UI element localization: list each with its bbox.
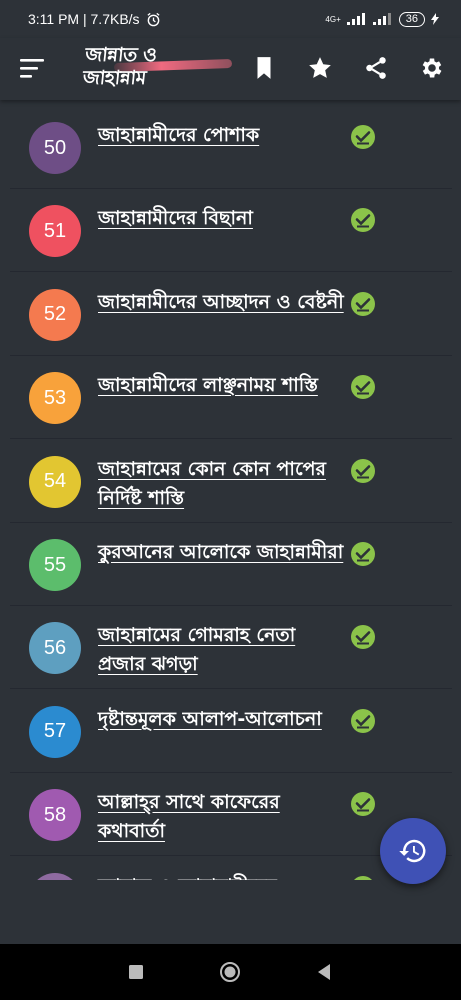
check-circle-icon (351, 291, 375, 316)
check-circle-icon (351, 708, 375, 733)
share-icon[interactable] (363, 55, 389, 81)
check-circle-icon (351, 375, 375, 400)
history-button[interactable] (380, 818, 446, 884)
app-toolbar: জান্নাত ও জাহান্নাম (0, 38, 461, 100)
chapter-row[interactable]: 52 জাহান্নামীদের আচ্ছাদন ও বেষ্টনী (10, 272, 452, 356)
chapter-title-link[interactable]: জাহান্নামীদের পোশাক (98, 121, 348, 150)
chapter-row[interactable]: 51 জাহান্নামীদের বিছানা (10, 188, 452, 273)
chapter-number-badge: 55 (29, 539, 81, 591)
chapter-title-link[interactable]: জান্নাত ও জাহান্নামীদের (98, 872, 348, 880)
chapter-title-link[interactable]: জাহান্নামীদের লাঞ্ছনাময় শাস্তি (98, 371, 348, 400)
signal-icon-2 (372, 13, 391, 25)
chapter-list: 50 জাহান্নামীদের পোশাক 51 জাহান্নামীদের বিছ… (0, 100, 461, 880)
history-icon (399, 839, 426, 863)
check-circle-icon (351, 458, 375, 483)
chapter-number-badge: 58 (29, 789, 81, 842)
menu-icon[interactable] (18, 54, 46, 82)
chapter-title-link[interactable]: কুরআনের আলোকে জাহান্নামীরা (98, 538, 348, 567)
check-circle-icon (351, 542, 375, 566)
status-bar: 3:11 PM | 7.7KB/s 4G+ 36 (0, 0, 461, 38)
chapter-number-badge: 51 (29, 205, 81, 258)
check-circle-icon (351, 125, 375, 149)
bookmark-icon[interactable] (251, 55, 277, 81)
logo-line1: জান্নাত ও (84, 44, 158, 66)
chapter-number-badge: 59 (29, 872, 81, 880)
chapter-title-link[interactable]: আল্লাহ্‌র সাথে কাফেরের কথাবার্তা (98, 788, 348, 846)
chapter-title-link[interactable]: জাহান্নামের কোন কোন পাপের নির্দিষ্ট শাস্… (98, 455, 348, 513)
chapter-number-badge: 56 (29, 622, 81, 675)
status-time: 3:11 PM | 7.7KB/s (28, 11, 140, 27)
check-circle-icon (351, 625, 375, 650)
chapter-title-link[interactable]: দৃষ্টান্তমূলক আলাপ-আলোচনা (98, 705, 348, 734)
chapter-row[interactable]: 56 জাহান্নামের গোমরাহ নেতা প্রজার ঝগড়া (10, 605, 452, 690)
logo-line2: জাহান্নাম (81, 67, 147, 89)
charging-icon (431, 13, 439, 25)
chapter-number-badge: 54 (29, 455, 81, 508)
check-circle-icon (351, 792, 375, 817)
chapter-number-badge: 53 (29, 372, 81, 425)
home-icon[interactable] (218, 960, 242, 984)
chapter-title-link[interactable]: জাহান্নামের গোমরাহ নেতা প্রজার ঝগড়া (98, 621, 348, 679)
check-circle-icon (351, 208, 375, 233)
chapter-number-badge: 50 (29, 122, 81, 174)
chapter-number-badge: 57 (29, 705, 81, 758)
battery-indicator: 36 (398, 11, 425, 27)
chapter-row[interactable]: 53 জাহান্নামীদের লাঞ্ছনাময় শাস্তি (10, 355, 452, 440)
recents-icon[interactable] (124, 960, 148, 984)
app-logo: জান্নাত ও জাহান্নাম (81, 44, 234, 96)
check-circle-icon (353, 875, 373, 880)
back-icon[interactable] (313, 960, 337, 984)
chapter-row[interactable]: 54 জাহান্নামের কোন কোন পাপের নির্দিষ্ট শা… (10, 439, 452, 523)
star-icon[interactable] (307, 55, 333, 81)
chapter-number-badge: 52 (29, 288, 81, 341)
chapter-title-link[interactable]: জাহান্নামীদের আচ্ছাদন ও বেষ্টনী (98, 288, 348, 317)
system-nav-bar (0, 944, 461, 1000)
network-label: 4G+ (325, 14, 341, 24)
alarm-icon (147, 12, 160, 26)
gear-icon[interactable] (419, 55, 445, 81)
chapter-row[interactable]: 50 জাহান্নামীদের পোশাক (10, 105, 452, 189)
chapter-row[interactable]: 55 কুরআনের আলোকে জাহান্নামীরা (10, 522, 452, 606)
signal-icon (346, 13, 365, 25)
chapter-title-link[interactable]: জাহান্নামীদের বিছানা (98, 204, 348, 233)
chapter-row[interactable]: 57 দৃষ্টান্তমূলক আলাপ-আলোচনা (10, 689, 452, 773)
